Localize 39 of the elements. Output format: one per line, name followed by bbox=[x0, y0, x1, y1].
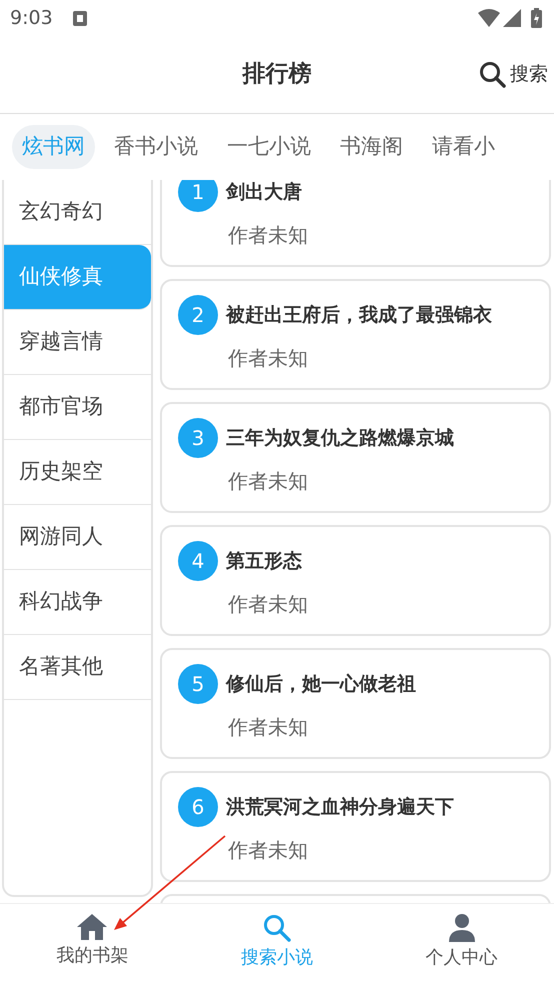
book-author: 作者未知 bbox=[228, 591, 309, 618]
status-time: 9:03 bbox=[10, 6, 53, 31]
book-card[interactable]: 2 被赶出王府后，我成了最强锦衣 作者未知 bbox=[160, 279, 551, 390]
book-card[interactable]: 3 三年为奴复仇之路燃爆京城 作者未知 bbox=[160, 402, 551, 513]
source-tab[interactable]: 一七小说 bbox=[217, 125, 321, 169]
book-author: 作者未知 bbox=[228, 222, 309, 249]
rank-badge: 3 bbox=[178, 418, 218, 458]
book-title: 被赶出王府后，我成了最强锦衣 bbox=[226, 302, 492, 328]
category-item[interactable]: 名著其他 bbox=[4, 635, 151, 700]
category-item[interactable]: 历史架空 bbox=[4, 440, 151, 505]
category-item[interactable]: 科幻战争 bbox=[4, 570, 151, 635]
rank-badge: 2 bbox=[178, 295, 218, 335]
category-item[interactable]: 网游同人 bbox=[4, 505, 151, 570]
book-title: 第五形态 bbox=[226, 548, 302, 574]
book-title: 三年为奴复仇之路燃爆京城 bbox=[226, 426, 454, 451]
book-title: 修仙后，她一心做老祖 bbox=[226, 672, 416, 697]
book-card[interactable]: 1 剑出大唐 作者未知 bbox=[160, 180, 551, 267]
book-author: 作者未知 bbox=[228, 468, 309, 495]
book-title: 洪荒冥河之血神分身遍天下 bbox=[226, 794, 454, 820]
book-author: 作者未知 bbox=[228, 345, 309, 372]
page-title: 排行榜 bbox=[242, 60, 312, 90]
source-tab[interactable]: 香书小说 bbox=[104, 125, 208, 169]
search-button[interactable]: 搜索 bbox=[479, 60, 548, 88]
nav-tab[interactable]: 我的书架 bbox=[0, 904, 185, 985]
book-author: 作者未知 bbox=[228, 837, 309, 864]
rank-badge: 4 bbox=[178, 541, 218, 581]
book-card[interactable]: 6 洪荒冥河之血神分身遍天下 作者未知 bbox=[160, 771, 551, 882]
rank-badge: 5 bbox=[178, 664, 218, 704]
category-item[interactable]: 都市官场 bbox=[4, 375, 151, 440]
rank-badge: 6 bbox=[178, 787, 218, 827]
book-title: 剑出大唐 bbox=[226, 180, 302, 205]
source-tab[interactable]: 请看小 bbox=[422, 125, 505, 169]
source-tab[interactable]: 书海阁 bbox=[330, 125, 413, 169]
book-card[interactable]: 4 第五形态 作者未知 bbox=[160, 525, 551, 636]
category-item[interactable]: 穿越言情 bbox=[4, 310, 151, 375]
nav-tab[interactable]: 个人中心 bbox=[369, 904, 554, 985]
book-card[interactable]: 5 修仙后，她一心做老祖 作者未知 bbox=[160, 648, 551, 759]
rank-badge: 1 bbox=[178, 180, 218, 212]
book-author: 作者未知 bbox=[228, 714, 309, 741]
